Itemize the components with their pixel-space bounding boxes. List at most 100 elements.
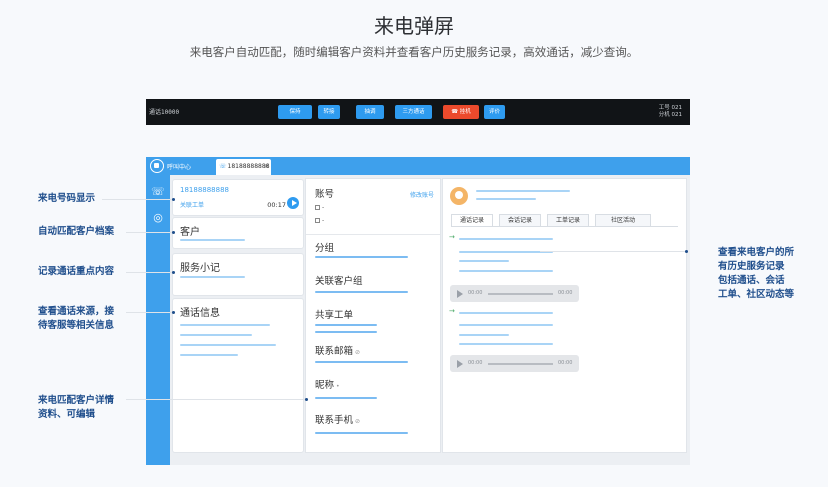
account-label: 账号: [315, 189, 335, 200]
info-icon: ⊘: [355, 418, 361, 425]
mobile-text: 联系手机: [315, 415, 354, 426]
annotation-dot: [685, 250, 688, 253]
extension-id: 分机 021: [658, 112, 682, 118]
agent-id: 工号 021: [658, 105, 682, 111]
email-text: 联系邮箱: [315, 346, 354, 357]
call-toolbar: 通话10000 保持 转接 抽调 三方通话 ☎ 挂机 评价 工号 021 分机 …: [146, 99, 690, 125]
avatar: [450, 187, 468, 205]
close-icon[interactable]: ×: [264, 159, 269, 175]
customer-card[interactable]: 客户: [173, 218, 303, 248]
annotation-call-notes: 记录通话重点内容: [38, 266, 115, 277]
call-duration: 00:17: [267, 201, 286, 209]
divider: [306, 234, 440, 235]
three-way-call-button[interactable]: 三方通话: [395, 105, 432, 119]
tab-caller[interactable]: ☏18188888888 ×: [216, 159, 271, 175]
service-notes-title: 服务小记: [180, 263, 220, 274]
mobile-value-line[interactable]: [315, 432, 408, 434]
annotation-dot: [172, 198, 175, 201]
audio-current-time: 00:00: [468, 360, 483, 366]
account-option[interactable]: -: [315, 217, 324, 224]
page-subtitle: 来电客户自动匹配，随时编辑客户资料并查看客户历史服务记录，高效通话，减少查询。: [189, 45, 639, 59]
record-line: [459, 238, 553, 240]
group-value-line[interactable]: [315, 256, 408, 258]
annotation-dot: [305, 398, 308, 401]
call-info-line: [180, 354, 238, 356]
audio-player[interactable]: 00:00 00:00: [450, 355, 579, 372]
email-value-line[interactable]: [315, 361, 408, 363]
call-popup-window: 呼叫中心 ☏18188888888 × ☏ ◎ 18188888888 关联工单…: [146, 157, 690, 465]
mobile-label: 联系手机 ⊘: [315, 412, 360, 426]
record-line: [459, 312, 553, 314]
location-icon[interactable]: ◎: [151, 211, 165, 225]
rate-button[interactable]: 评价: [484, 105, 505, 119]
transfer-button[interactable]: 转接: [318, 105, 340, 119]
email-label: 联系邮箱 ⊘: [315, 343, 360, 357]
phone-icon[interactable]: ☏: [151, 185, 165, 199]
option-text: -: [322, 217, 325, 224]
play-icon[interactable]: [457, 359, 463, 368]
customer-name-line: [476, 190, 570, 192]
checkbox-icon: [315, 205, 320, 210]
related-group-label: 关联客户组: [315, 276, 363, 287]
group-label: 分组: [315, 243, 335, 254]
shared-ticket-line[interactable]: [315, 324, 377, 326]
nickname-label: 昵称 •: [315, 377, 340, 391]
notes-placeholder-line: [180, 276, 245, 278]
annotation-dot: [172, 311, 175, 314]
customer-placeholder-line: [180, 239, 245, 241]
caller-card: 18188888888 关联工单 00:17: [173, 180, 303, 215]
service-notes-card[interactable]: 服务小记: [173, 254, 303, 295]
hold-button[interactable]: 保持: [278, 105, 312, 119]
related-group-line[interactable]: [315, 291, 408, 293]
customer-title: 客户: [180, 227, 200, 238]
record-line: [459, 343, 553, 345]
audio-current-time: 00:00: [468, 290, 483, 296]
audio-total-time: 00:00: [558, 290, 573, 296]
hangup-label: 挂机: [459, 109, 471, 115]
play-icon[interactable]: [457, 289, 463, 298]
annotation-caller-number: 来电号码显示: [38, 193, 96, 204]
record-line: [459, 260, 509, 262]
nickname-value-line[interactable]: [315, 397, 377, 399]
annotation-line: [540, 251, 686, 252]
call-info-line: [180, 334, 252, 336]
annotation-line: [126, 232, 173, 233]
arrow-right-icon: →: [449, 307, 455, 315]
info-icon: ⊘: [355, 349, 361, 356]
audio-progress-track[interactable]: [488, 292, 553, 295]
page-title: 来电弹屏: [374, 14, 454, 38]
record-line: [459, 334, 509, 336]
annotation-line: [126, 312, 173, 313]
call-info-line: [180, 344, 276, 346]
caller-number: 18188888888: [180, 186, 229, 194]
annotation-match-profile: 自动匹配客户档案: [38, 226, 115, 237]
customer-detail-panel: 账号 修改账号 - - 分组 关联客户组 共享工单 联系邮箱 ⊘ 昵称 • 联系手机…: [306, 179, 440, 452]
annotation-dot: [172, 271, 175, 274]
edit-account-link[interactable]: 修改账号: [410, 190, 434, 199]
account-option[interactable]: -: [315, 204, 324, 211]
pull-button[interactable]: 抽调: [356, 105, 384, 119]
checkbox-icon: [315, 218, 320, 223]
shared-ticket-label: 共享工单: [315, 310, 354, 321]
app-logo-icon: [150, 159, 164, 173]
phone-icon: ☏: [219, 163, 227, 170]
tabs-divider: [451, 226, 678, 227]
hangup-button[interactable]: ☎ 挂机: [443, 105, 479, 119]
play-icon[interactable]: [287, 197, 299, 209]
audio-player[interactable]: 00:00 00:00: [450, 285, 579, 302]
annotation-line: [102, 199, 173, 200]
annotation-history-records: 查看来电客户的所 有历史服务记录 包括通话、会话 工单、社区动态等: [718, 247, 795, 300]
shared-ticket-line[interactable]: [315, 331, 377, 333]
sidebar: ☏ ◎: [146, 175, 170, 465]
customer-info-line: [476, 198, 536, 200]
required-mark: •: [336, 383, 340, 390]
audio-total-time: 00:00: [558, 360, 573, 366]
agent-info: 工号 021 分机 021: [659, 105, 682, 119]
option-text: -: [322, 204, 325, 211]
annotation-line: [126, 272, 173, 273]
call-info-title: 通话信息: [180, 308, 220, 319]
annotation-customer-detail: 来电匹配客户详情 资料、可编辑: [38, 395, 115, 420]
related-ticket-link[interactable]: 关联工单: [180, 200, 204, 209]
call-info-line: [180, 324, 270, 326]
audio-progress-track[interactable]: [488, 362, 553, 365]
